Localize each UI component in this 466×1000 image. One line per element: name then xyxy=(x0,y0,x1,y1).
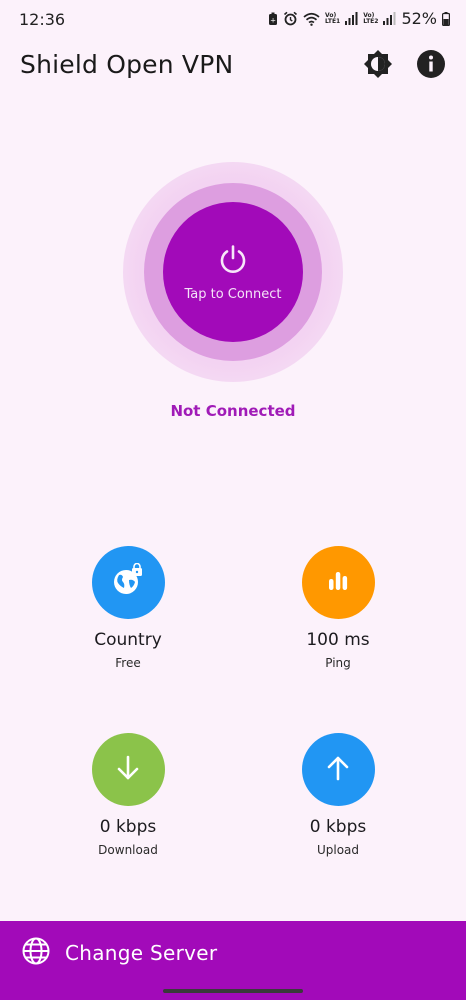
signal-2-icon xyxy=(383,12,396,25)
battery-icon xyxy=(442,11,450,26)
download-value: 0 kbps xyxy=(99,817,157,837)
power-icon xyxy=(217,243,249,279)
download-icon-circle xyxy=(91,733,165,806)
sim2-label-bottom: LTE2 xyxy=(363,17,379,25)
status-time: 12:36 xyxy=(19,10,66,29)
status-bar: 12:36 + Vo) LTE1 Vo) LTE2 52% xyxy=(0,0,466,40)
status-icons: + Vo) LTE1 Vo) LTE2 52% xyxy=(268,9,450,28)
connect-widget: Tap to Connect xyxy=(123,162,343,382)
download-label: Download xyxy=(98,843,158,857)
connection-status: Not Connected xyxy=(170,402,296,420)
change-server-button[interactable]: Change Server xyxy=(0,921,466,985)
ping-label: Ping xyxy=(325,656,351,670)
ping-value: 100 ms xyxy=(306,630,370,650)
info-icon xyxy=(416,49,446,83)
change-server-label: Change Server xyxy=(65,941,218,965)
connect-button[interactable]: Tap to Connect xyxy=(163,202,303,342)
sim2-label: Vo) LTE2 xyxy=(363,12,379,25)
upload-label: Upload xyxy=(316,843,360,857)
country-label: Free xyxy=(115,656,141,670)
signal-1-icon xyxy=(345,12,358,25)
arrow-up-icon xyxy=(323,753,353,787)
ping-icon-circle xyxy=(301,546,375,619)
upload-icon-circle xyxy=(301,733,375,806)
globe-lock-icon xyxy=(110,562,146,603)
arrow-down-icon xyxy=(113,753,143,787)
svg-text:+: + xyxy=(270,16,276,24)
app-title: Shield Open VPN xyxy=(20,50,234,79)
sim1-label: Vo) LTE1 xyxy=(325,12,341,25)
country-value: Country xyxy=(94,630,162,650)
bar-chart-icon xyxy=(323,566,353,600)
connect-button-label: Tap to Connect xyxy=(184,286,282,302)
globe-icon xyxy=(21,936,51,970)
battery-saver-icon: + xyxy=(268,12,278,26)
upload-value: 0 kbps xyxy=(309,817,367,837)
battery-percent: 52% xyxy=(401,9,437,28)
country-icon-circle xyxy=(91,546,165,619)
info-button[interactable] xyxy=(415,50,447,82)
alarm-icon xyxy=(283,11,298,26)
theme-toggle-button[interactable] xyxy=(362,50,394,82)
download-stat: 0 kbps Download xyxy=(48,733,208,857)
upload-stat: 0 kbps Upload xyxy=(258,733,418,857)
brightness-icon xyxy=(362,48,394,84)
country-stat: Country Free xyxy=(48,546,208,670)
ping-stat: 100 ms Ping xyxy=(258,546,418,670)
wifi-icon xyxy=(303,12,320,26)
sim1-label-bottom: LTE1 xyxy=(325,17,341,25)
home-indicator[interactable] xyxy=(163,989,303,993)
